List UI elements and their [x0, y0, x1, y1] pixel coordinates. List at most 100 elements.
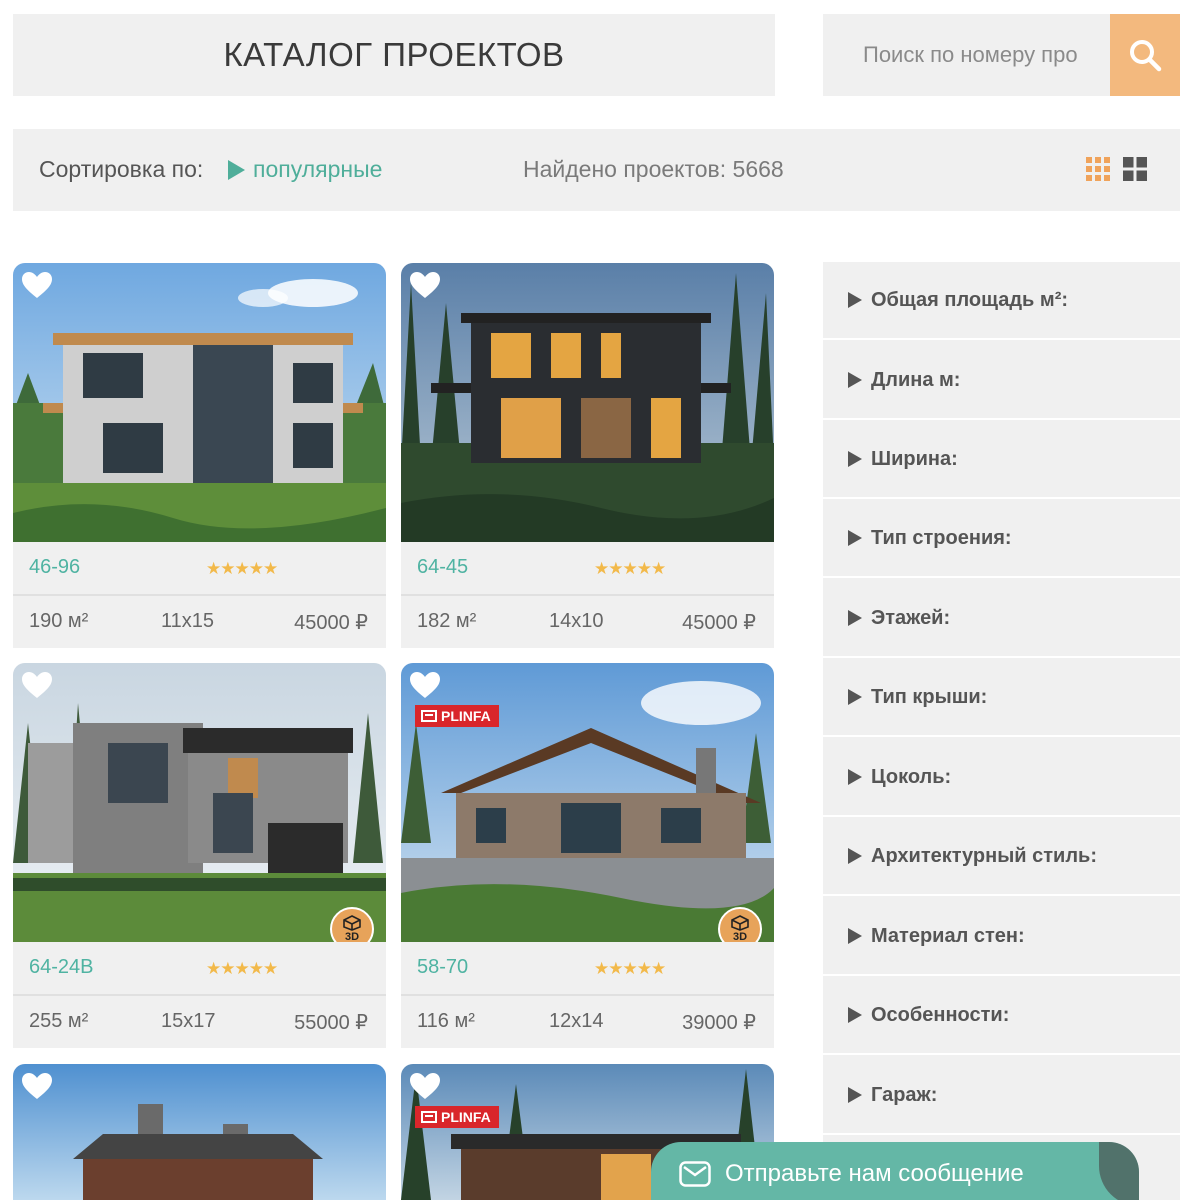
filter-garage[interactable]: Гараж: — [823, 1057, 1180, 1135]
filter-length[interactable]: Длина м: — [823, 342, 1180, 420]
search-button[interactable] — [1110, 14, 1180, 96]
rating-stars: ★★★★★ — [206, 959, 278, 978]
filter-label: Цоколь: — [871, 765, 952, 788]
filter-label: Тип строения: — [871, 526, 1012, 549]
3d-label: 3D — [732, 931, 748, 942]
project-card[interactable] — [13, 1064, 386, 1200]
filter-wall-material[interactable]: Материал стен: — [823, 898, 1180, 976]
filter-style[interactable]: Архитектурный стиль: — [823, 818, 1180, 896]
grid-large-icon[interactable] — [1123, 157, 1147, 181]
search-icon — [1130, 40, 1162, 72]
brand-badge: PLINFA — [415, 705, 499, 727]
project-code[interactable]: 58-70 — [417, 956, 468, 979]
plinfa-logo-icon — [421, 1111, 437, 1123]
filter-total-area[interactable]: Общая площадь м²: — [823, 262, 1180, 340]
divider — [13, 594, 386, 596]
house-photo[interactable] — [13, 1064, 386, 1200]
found-count: Найдено проектов: 5668 — [523, 156, 784, 182]
filter-label: Материал стен: — [871, 924, 1025, 947]
chat-button[interactable]: Отправьте нам сообщение — [651, 1142, 1139, 1200]
project-card[interactable]: 46-96 ★★★★★ 190 м² 11x15 45000 ₽ — [13, 263, 386, 648]
message-icon — [679, 1161, 711, 1187]
project-area: 182 м² — [417, 610, 477, 632]
heart-icon[interactable] — [409, 1072, 441, 1100]
divider — [401, 594, 774, 596]
rating-stars: ★★★★★ — [594, 559, 666, 578]
3d-label: 3D — [344, 931, 360, 942]
sort-bar: Сортировка по: популярные Найдено проект… — [13, 129, 1180, 211]
sort-label: Сортировка по: — [39, 156, 204, 182]
heart-icon[interactable] — [409, 671, 441, 699]
search-box — [823, 14, 1180, 96]
filter-label: Этажей: — [871, 606, 951, 629]
play-arrow-icon — [228, 159, 245, 180]
cube-icon — [343, 915, 361, 931]
expand-arrow-icon — [848, 530, 862, 546]
expand-arrow-icon — [848, 1007, 862, 1023]
project-code[interactable]: 46-96 — [29, 556, 80, 579]
filter-label: Гараж: — [871, 1083, 938, 1106]
project-dimensions: 11x15 — [161, 610, 215, 632]
project-area: 190 м² — [29, 610, 89, 632]
project-price: 55000 ₽ — [294, 1012, 368, 1034]
heart-icon[interactable] — [21, 271, 53, 299]
project-dimensions: 12x14 — [549, 1010, 604, 1032]
filter-building-type[interactable]: Тип строения: — [823, 500, 1180, 578]
filter-basement[interactable]: Цоколь: — [823, 739, 1180, 817]
filter-label: Общая площадь м²: — [871, 288, 1069, 311]
filter-label: Длина м: — [871, 368, 961, 391]
house-photo[interactable]: PLINFA 3D — [401, 663, 774, 942]
catalog-title-bar: КАТАЛОГ ПРОЕКТОВ — [13, 14, 775, 96]
expand-arrow-icon — [848, 372, 862, 388]
house-photo[interactable]: 3D — [13, 663, 386, 942]
project-card[interactable]: 3D 64-24B ★★★★★ 255 м² 15x17 55000 ₽ — [13, 663, 386, 1048]
project-card[interactable]: 64-45 ★★★★★ 182 м² 14x10 45000 ₽ — [401, 263, 774, 648]
project-code[interactable]: 64-45 — [417, 556, 468, 579]
brand-badge: PLINFA — [415, 1106, 499, 1128]
filter-label: Особенности: — [871, 1003, 1010, 1026]
project-card[interactable]: PLINFA 3D 58-70 ★★★★★ 116 м² 12x14 39000… — [401, 663, 774, 1048]
filter-label: Тип крыши: — [871, 685, 988, 708]
filter-width[interactable]: Ширина: — [823, 421, 1180, 499]
expand-arrow-icon — [848, 451, 862, 467]
expand-arrow-icon — [848, 292, 862, 308]
divider — [401, 994, 774, 996]
expand-arrow-icon — [848, 848, 862, 864]
project-area: 116 м² — [417, 1010, 475, 1032]
project-code[interactable]: 64-24B — [29, 956, 94, 979]
page-title: КАТАЛОГ ПРОЕКТОВ — [223, 36, 565, 73]
brand-name: PLINFA — [441, 708, 491, 724]
filter-floors[interactable]: Этажей: — [823, 580, 1180, 658]
rating-stars: ★★★★★ — [206, 559, 278, 578]
filter-label: Ширина: — [871, 447, 958, 470]
filter-features[interactable]: Особенности: — [823, 977, 1180, 1055]
filter-roof-type[interactable]: Тип крыши: — [823, 659, 1180, 737]
project-price: 39000 ₽ — [682, 1012, 756, 1034]
expand-arrow-icon — [848, 1087, 862, 1103]
heart-icon[interactable] — [21, 671, 53, 699]
rating-stars: ★★★★★ — [594, 959, 666, 978]
expand-arrow-icon — [848, 689, 862, 705]
expand-arrow-icon — [848, 769, 862, 785]
filter-label: Архитектурный стиль: — [871, 844, 1097, 867]
divider — [13, 994, 386, 996]
filters-panel: Общая площадь м²: Длина м: Ширина: Тип с… — [823, 262, 1180, 1200]
search-input[interactable] — [823, 14, 1110, 96]
sort-dropdown[interactable]: популярные — [228, 156, 382, 183]
cube-icon — [731, 915, 749, 931]
project-area: 255 м² — [29, 1010, 89, 1032]
sort-value-text: популярные — [253, 156, 383, 182]
grid-small-icon[interactable] — [1086, 157, 1110, 181]
project-dimensions: 15x17 — [161, 1010, 216, 1032]
chat-label: Отправьте нам сообщение — [725, 1160, 1024, 1187]
heart-icon[interactable] — [409, 271, 441, 299]
project-dimensions: 14x10 — [549, 610, 604, 632]
brand-name: PLINFA — [441, 1109, 491, 1125]
plinfa-logo-icon — [421, 710, 437, 722]
house-photo[interactable] — [401, 263, 774, 542]
expand-arrow-icon — [848, 610, 862, 626]
house-photo[interactable] — [13, 263, 386, 542]
heart-icon[interactable] — [21, 1072, 53, 1100]
expand-arrow-icon — [848, 928, 862, 944]
project-price: 45000 ₽ — [294, 612, 368, 634]
